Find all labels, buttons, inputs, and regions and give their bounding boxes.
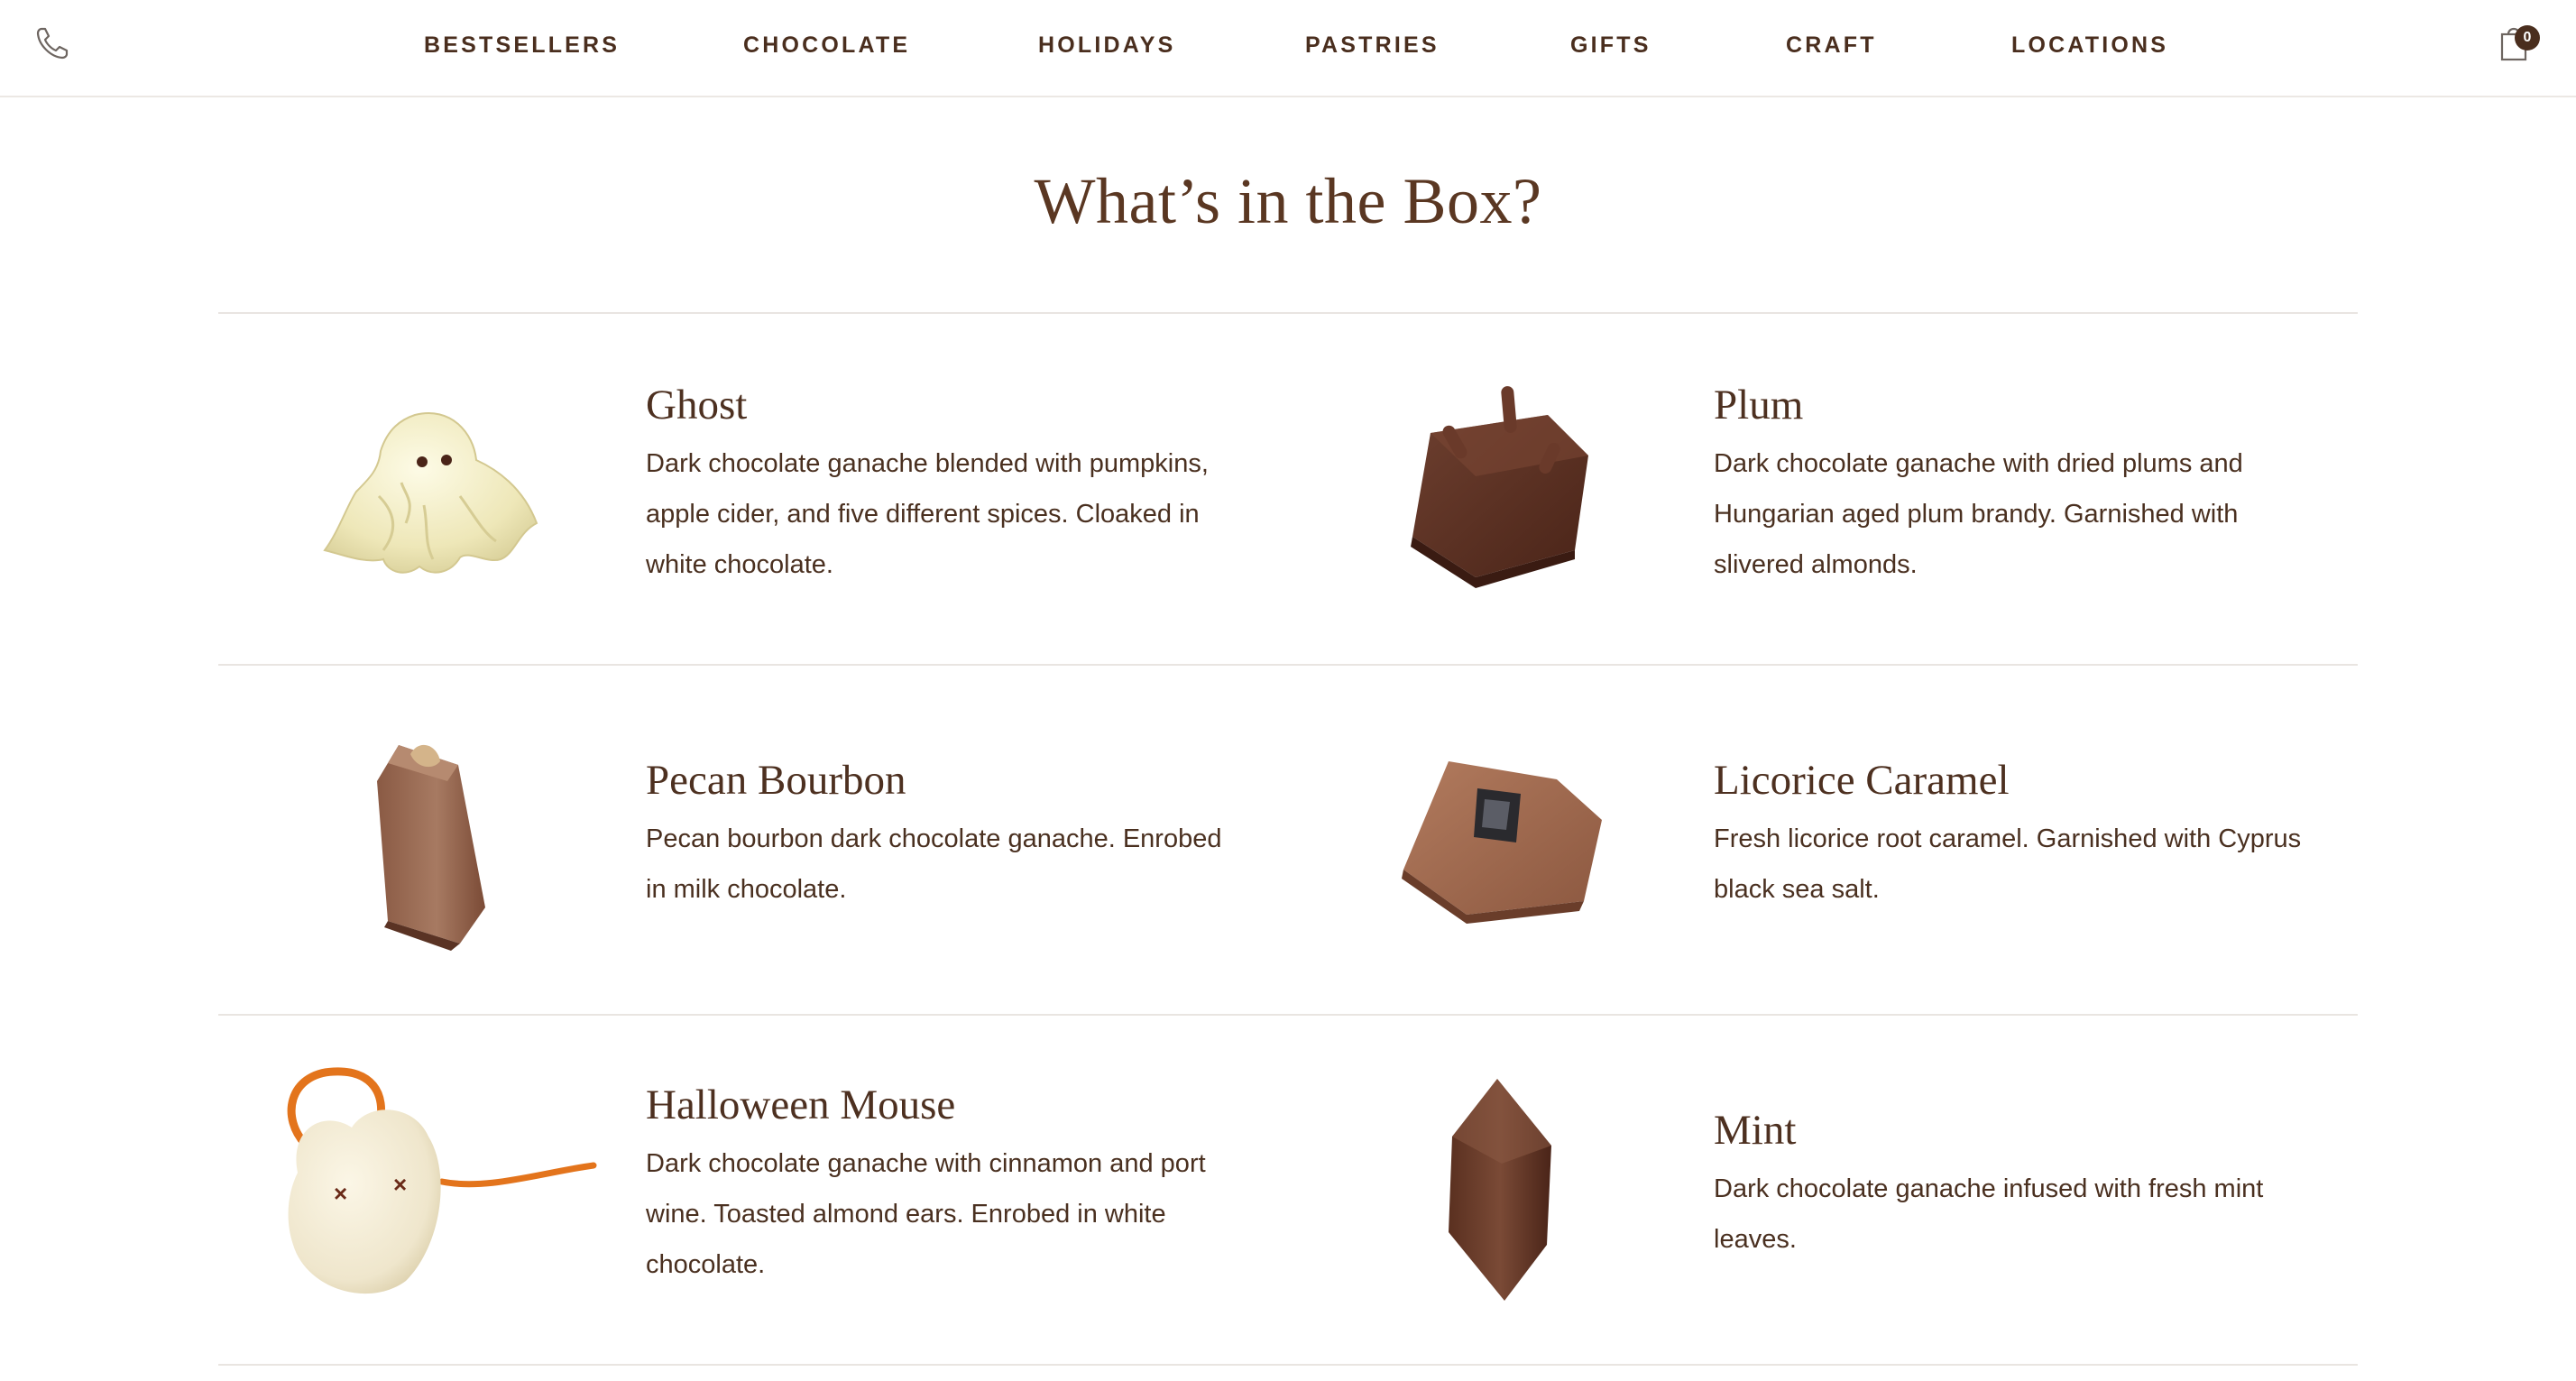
item-description: Dark chocolate ganache with dried plums … (1714, 449, 2243, 579)
item-name: Mint (1714, 1107, 1797, 1154)
item-description: Fresh licorice root caramel. Garnished w… (1714, 824, 2302, 904)
divider (218, 1014, 2358, 1016)
item-name: Plum (1714, 382, 1804, 428)
item-name: Halloween Mouse (646, 1082, 956, 1128)
mint-chocolate-image (1449, 1079, 1551, 1301)
main-nav: BESTSELLERS CHOCOLATE HOLIDAYS PASTRIES … (0, 0, 2576, 90)
item-name: Licorice Caramel (1714, 757, 2010, 804)
licorice-caramel-chocolate-image (1402, 761, 1602, 924)
item-description: Pecan bourbon dark chocolate ganache. En… (646, 824, 1222, 904)
item-name: Pecan Bourbon (646, 757, 906, 804)
pecan-bourbon-chocolate-image (377, 744, 485, 951)
nav-item-locations[interactable]: LOCATIONS (2011, 32, 2168, 59)
nav-item-bestsellers[interactable]: BESTSELLERS (424, 32, 620, 59)
divider (218, 664, 2358, 666)
item-description: Dark chocolate ganache with cinnamon and… (646, 1149, 1206, 1279)
site-header: BESTSELLERS CHOCOLATE HOLIDAYS PASTRIES … (0, 0, 2576, 97)
item-description: Dark chocolate ganache infused with fres… (1714, 1174, 2264, 1254)
nav-item-holidays[interactable]: HOLIDAYS (1038, 32, 1175, 59)
svg-text:×: × (334, 1180, 347, 1207)
nav-item-gifts[interactable]: GIFTS (1570, 32, 1651, 59)
cart-count-badge: 0 (2515, 25, 2540, 51)
nav-item-pastries[interactable]: PASTRIES (1305, 32, 1440, 59)
plum-chocolate-image (1411, 386, 1588, 588)
item-description: Dark chocolate ganache blended with pump… (646, 449, 1209, 579)
ghost-chocolate-image (323, 412, 538, 574)
section-title: What’s in the Box? (1034, 165, 1542, 237)
divider (218, 1364, 2358, 1366)
halloween-mouse-chocolate-image: × × (287, 1067, 597, 1294)
divider (218, 312, 2358, 314)
svg-text:×: × (393, 1171, 407, 1198)
item-name: Ghost (646, 382, 748, 428)
nav-item-craft[interactable]: CRAFT (1786, 32, 1877, 59)
nav-item-chocolate[interactable]: CHOCOLATE (743, 32, 910, 59)
